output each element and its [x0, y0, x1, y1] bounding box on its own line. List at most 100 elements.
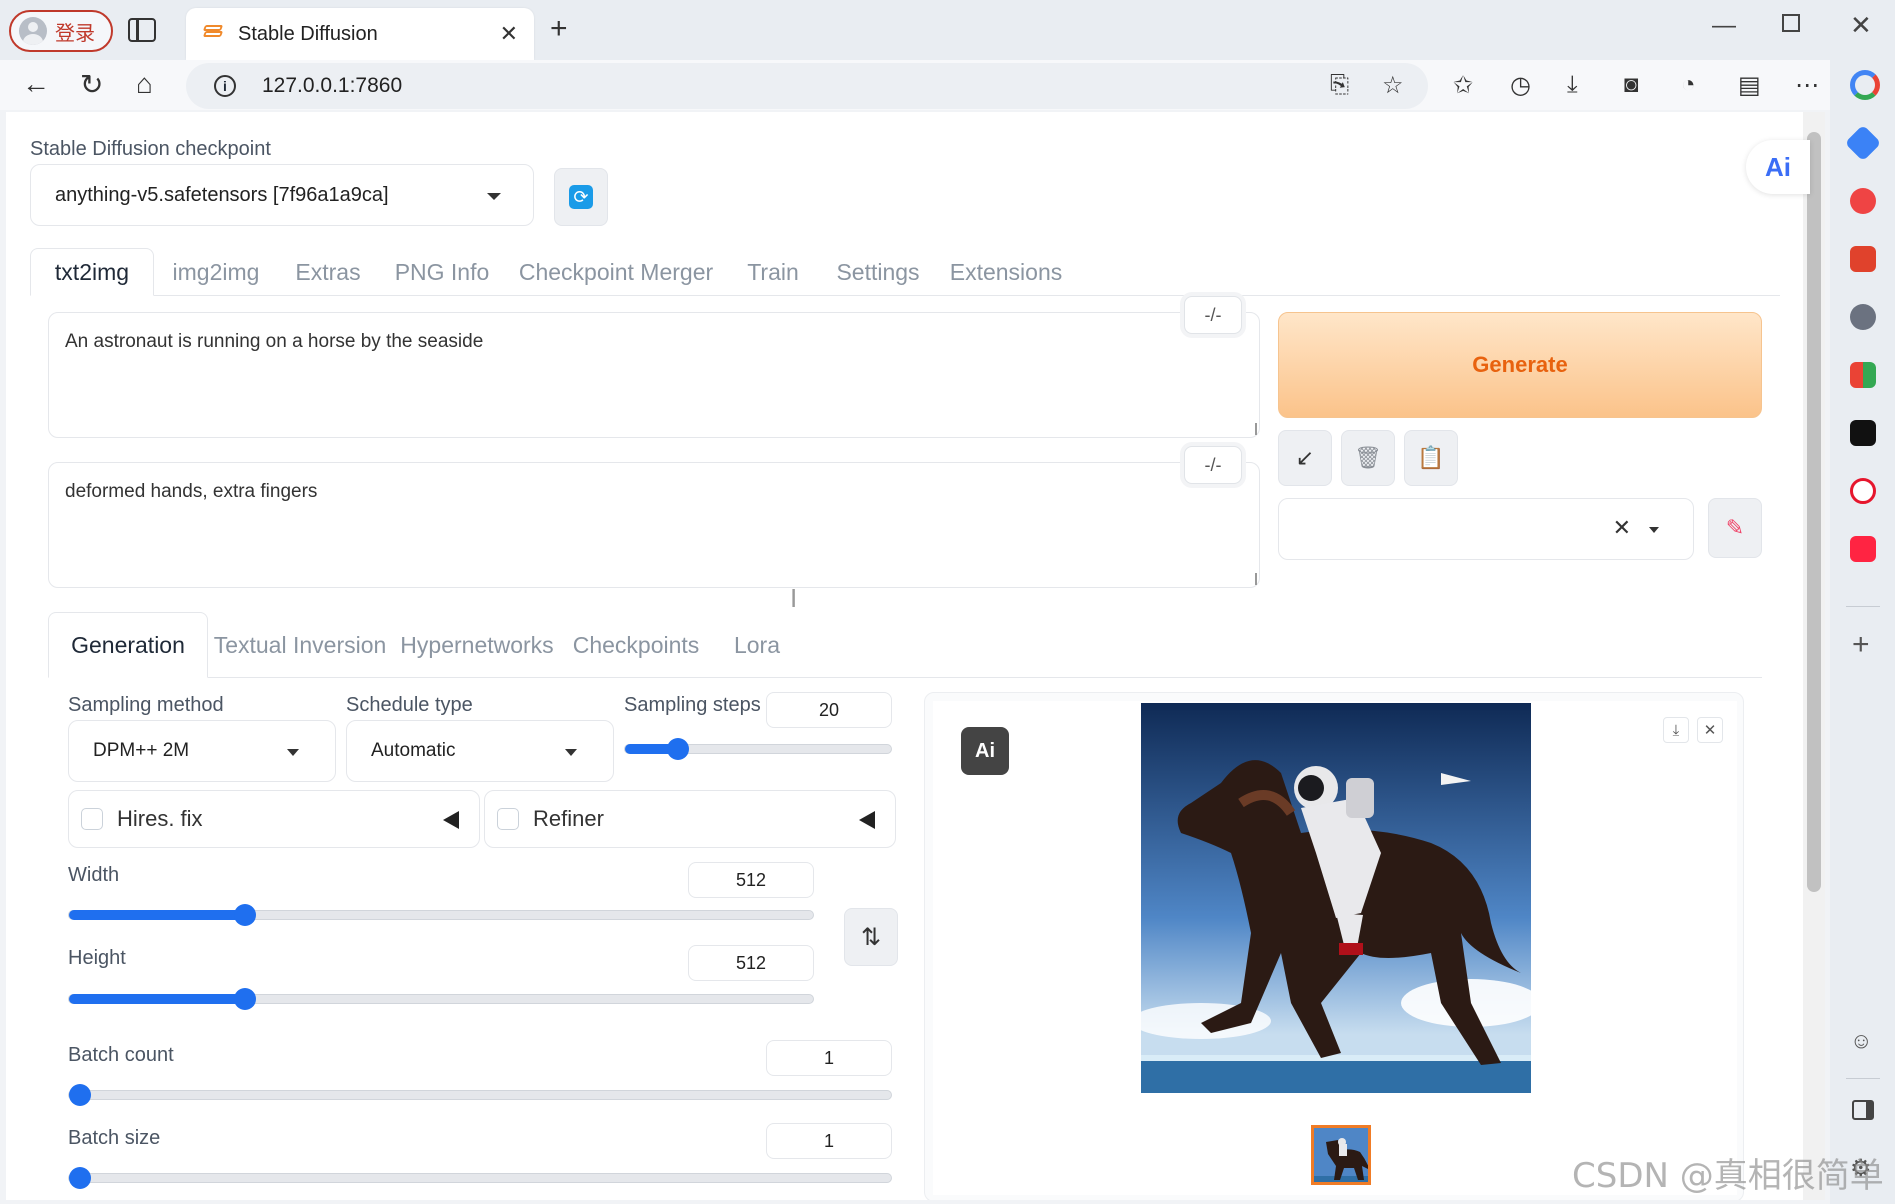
- xiaohongshu-icon[interactable]: [1850, 536, 1876, 562]
- close-tab-icon[interactable]: ✕: [500, 21, 518, 47]
- slider-thumb[interactable]: [233, 988, 256, 1010]
- refiner-accordion[interactable]: Refiner: [484, 790, 896, 848]
- screenshot-icon[interactable]: ◙: [1624, 71, 1639, 99]
- tab-checkpoints[interactable]: Checkpoints: [562, 612, 710, 678]
- game-icon[interactable]: [1850, 304, 1876, 330]
- prompt-token-counter: -/-: [1184, 296, 1242, 334]
- tab-extensions[interactable]: Extensions: [936, 248, 1076, 296]
- resize-handle-icon[interactable]: [1245, 423, 1257, 435]
- paste-styles-button[interactable]: 📋: [1404, 430, 1458, 486]
- wallet-icon[interactable]: ▤: [1738, 71, 1761, 100]
- profile-label: 登录: [55, 22, 95, 45]
- swap-dimensions-button[interactable]: ⇅: [844, 908, 898, 966]
- hires-fix-checkbox[interactable]: [81, 808, 103, 830]
- read-params-button[interactable]: ↙: [1278, 430, 1332, 486]
- tab-actions-icon[interactable]: [128, 18, 156, 42]
- sampling-steps-slider[interactable]: [624, 738, 892, 760]
- resize-handle-icon[interactable]: [1245, 573, 1257, 585]
- toolbox-icon[interactable]: [1850, 246, 1876, 272]
- checkpoint-dropdown[interactable]: anything-v5.safetensors [7f96a1a9ca]: [30, 164, 534, 226]
- refresh-icon[interactable]: ↻: [80, 68, 103, 101]
- edit-styles-button[interactable]: ✎: [1708, 498, 1762, 558]
- sampling-steps-input[interactable]: 20: [766, 692, 892, 728]
- batch-size-input[interactable]: 1: [766, 1123, 892, 1159]
- chevron-down-icon: [1649, 527, 1659, 533]
- address-bar[interactable]: i 127.0.0.1:7860: [186, 63, 1428, 109]
- tab-txt2img[interactable]: txt2img: [30, 248, 154, 296]
- tab-settings[interactable]: Settings: [820, 248, 936, 296]
- collapse-triangle-icon[interactable]: [859, 811, 875, 829]
- hires-fix-accordion[interactable]: Hires. fix: [68, 790, 480, 848]
- minimize-icon[interactable]: —: [1712, 12, 1736, 40]
- tab-checkpoint-merger[interactable]: Checkpoint Merger: [506, 248, 726, 296]
- slider-fill: [69, 910, 245, 920]
- office-icon[interactable]: [1850, 362, 1876, 388]
- tab-img2img[interactable]: img2img: [154, 248, 278, 296]
- chevron-down-icon: [565, 749, 577, 756]
- sidebar-toggle-icon[interactable]: [1852, 1100, 1874, 1120]
- new-tab-icon[interactable]: +: [550, 12, 568, 46]
- close-icon[interactable]: ✕: [1697, 717, 1723, 743]
- tab-train[interactable]: Train: [726, 248, 820, 296]
- back-icon[interactable]: ←: [22, 68, 50, 100]
- tiktok-icon[interactable]: [1850, 420, 1876, 446]
- refresh-checkpoints-button[interactable]: ⟳: [554, 168, 608, 226]
- translate-icon[interactable]: ⎘: [1330, 71, 1349, 99]
- tab-generation[interactable]: Generation: [48, 612, 208, 678]
- schedule-type-dropdown[interactable]: Automatic: [346, 720, 614, 782]
- collapse-triangle-icon[interactable]: [443, 811, 459, 829]
- tab-textual-inversion[interactable]: Textual Inversion: [208, 612, 392, 678]
- history-icon[interactable]: ◷: [1510, 71, 1531, 100]
- width-slider[interactable]: [68, 904, 814, 926]
- downloads-icon[interactable]: ⤓: [1567, 71, 1578, 99]
- maximize-icon[interactable]: [1782, 14, 1800, 32]
- batch-size-slider[interactable]: [68, 1167, 892, 1189]
- bookmark-star-icon[interactable]: ☆: [1382, 71, 1404, 100]
- prompt-textarea[interactable]: An astronaut is running on a horse by th…: [48, 312, 1260, 438]
- browser-tab-stable-diffusion[interactable]: Stable Diffusion ✕: [186, 8, 534, 60]
- batch-count-slider[interactable]: [68, 1084, 892, 1106]
- page-scrollbar[interactable]: [1803, 112, 1825, 1200]
- google-icon[interactable]: [1850, 70, 1880, 100]
- close-window-icon[interactable]: ✕: [1850, 10, 1872, 41]
- slider-thumb[interactable]: [69, 1167, 91, 1189]
- sampling-method-dropdown[interactable]: DPM++ 2M: [68, 720, 336, 782]
- tab-png-info[interactable]: PNG Info: [378, 248, 506, 296]
- batch-size-label: Batch size: [68, 1127, 161, 1149]
- generated-image[interactable]: [1141, 703, 1531, 1093]
- scrollbar-thumb[interactable]: [1807, 132, 1821, 892]
- refiner-checkbox[interactable]: [497, 808, 519, 830]
- ai-assistant-button[interactable]: Ai: [1746, 140, 1810, 194]
- sampling-method-value: DPM++ 2M: [93, 740, 190, 761]
- slider-thumb[interactable]: [69, 1084, 91, 1106]
- home-icon[interactable]: ⌂: [136, 68, 153, 100]
- height-slider[interactable]: [68, 988, 814, 1010]
- favorites-icon[interactable]: ✩: [1453, 71, 1473, 100]
- main-tabs: txt2img img2img Extras PNG Info Checkpoi…: [30, 248, 1780, 296]
- styles-dropdown[interactable]: ✕: [1278, 498, 1694, 560]
- width-input[interactable]: 512: [688, 862, 814, 898]
- clear-selection-icon[interactable]: ✕: [1613, 515, 1631, 541]
- batch-count-input[interactable]: 1: [766, 1040, 892, 1076]
- tab-extras[interactable]: Extras: [278, 248, 378, 296]
- add-sidebar-app-icon[interactable]: +: [1852, 628, 1870, 662]
- weibo-icon[interactable]: [1850, 478, 1876, 504]
- site-info-icon[interactable]: i: [214, 75, 236, 97]
- clear-prompt-button[interactable]: 🗑: [1341, 430, 1395, 486]
- generate-button[interactable]: Generate: [1278, 312, 1762, 418]
- performance-icon[interactable]: ◔: [1681, 71, 1696, 99]
- slider-thumb[interactable]: [667, 738, 690, 760]
- negative-prompt-textarea[interactable]: deformed hands, extra fingers: [48, 462, 1260, 588]
- more-menu-icon[interactable]: ⋯: [1795, 71, 1819, 100]
- gallery-thumbnail[interactable]: [1311, 1125, 1371, 1185]
- feedback-icon[interactable]: ☺: [1850, 1028, 1872, 1054]
- tag-icon[interactable]: [1844, 124, 1882, 162]
- height-input[interactable]: 512: [688, 945, 814, 981]
- tab-lora[interactable]: Lora: [710, 612, 804, 678]
- powerpoint-icon[interactable]: [1850, 188, 1876, 214]
- profile-button[interactable]: 登录: [9, 10, 113, 52]
- schedule-type-value: Automatic: [371, 740, 456, 761]
- download-icon[interactable]: ⤓: [1663, 717, 1689, 743]
- slider-thumb[interactable]: [233, 904, 256, 926]
- tab-hypernetworks[interactable]: Hypernetworks: [392, 612, 562, 678]
